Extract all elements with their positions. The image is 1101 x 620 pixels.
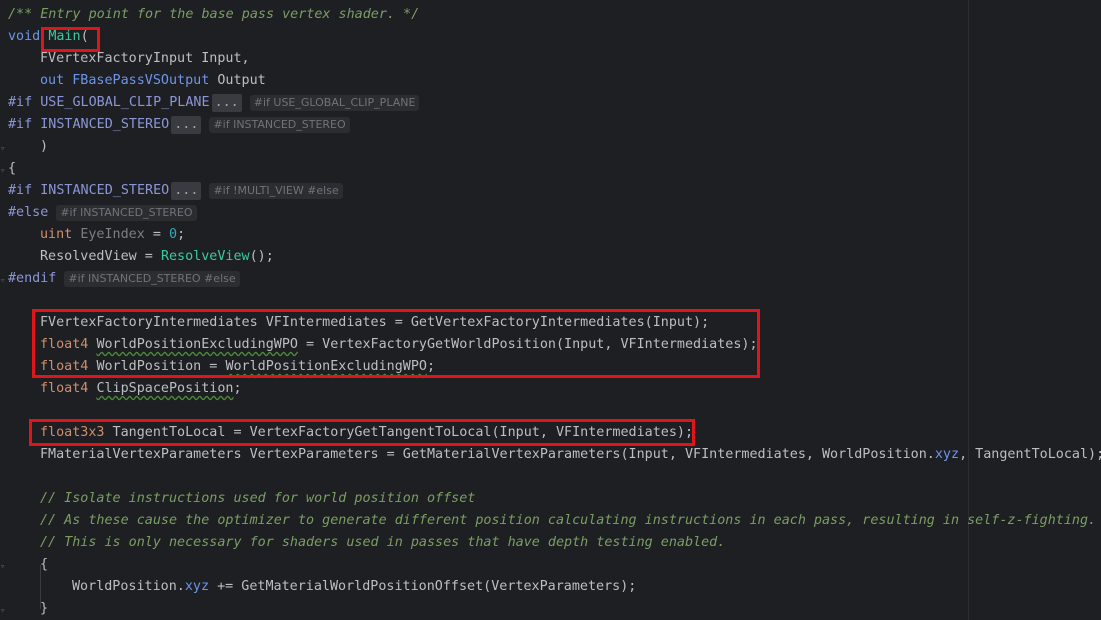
statement: WorldPosition. [72, 579, 185, 594]
editor-gutter [0, 0, 8, 620]
preprocessor-symbol: INSTANCED_STEREO [40, 117, 170, 132]
line-comment: // Isolate instructions used for world p… [40, 491, 476, 506]
code-line: { [8, 158, 1101, 180]
code-line: #else #if INSTANCED_STEREO [8, 202, 1101, 224]
preprocessor-directive: #else [8, 205, 49, 220]
function-name: ResolveView [160, 249, 250, 264]
variable-name: ClipSpacePosition [96, 381, 234, 396]
fold-marker-icon[interactable]: ▿ [0, 277, 7, 286]
code-line: } [8, 598, 1101, 620]
code-line: void Main( [8, 26, 1101, 48]
code-line: // This is only necessary for shaders us… [8, 532, 1101, 554]
number-literal: 0 [169, 227, 178, 242]
code-line: { [8, 554, 1101, 576]
folded-region[interactable]: ... [171, 116, 202, 134]
preprocessor-directive: #if [8, 183, 33, 198]
preprocessor-directive: #endif [8, 271, 57, 286]
punctuation: ; [233, 381, 242, 396]
inlay-hint: #if INSTANCED_STEREO [56, 205, 197, 221]
line-comment: // As these cause the optimizer to gener… [40, 513, 1097, 528]
code-line: FMaterialVertexParameters VertexParamete… [8, 444, 1101, 466]
preprocessor-directive: #if [8, 117, 33, 132]
parameter: FVertexFactoryInput Input, [40, 51, 250, 66]
preprocessor-directive: #if [8, 95, 33, 110]
swizzle: xyz [184, 579, 210, 594]
statement: FMaterialVertexParameters VertexParamete… [40, 447, 935, 462]
punctuation: } [40, 601, 49, 616]
preprocessor-symbol: INSTANCED_STEREO [40, 183, 170, 198]
punctuation: { [40, 557, 49, 572]
keyword: float4 [40, 381, 89, 396]
preprocessor-symbol: USE_GLOBAL_CLIP_PLANE [40, 95, 210, 110]
punctuation: ) [40, 139, 49, 154]
fold-marker-icon[interactable]: ▿ [0, 167, 7, 176]
code-line: // As these cause the optimizer to gener… [8, 510, 1101, 532]
highlight-box-main [41, 27, 100, 52]
code-line: out FBasePassVSOutput Output [8, 70, 1101, 92]
fold-marker-icon[interactable]: ▿ [0, 563, 7, 572]
swizzle: xyz [934, 447, 960, 462]
statement: ResolvedView = [40, 249, 161, 264]
punctuation: ; [177, 227, 186, 242]
code-line: float4 ClipSpacePosition; [8, 378, 1101, 400]
code-line: ) [8, 136, 1101, 158]
punctuation: { [8, 161, 17, 176]
inlay-hint: #if INSTANCED_STEREO [209, 117, 350, 133]
code-line: #if INSTANCED_STEREO... #if INSTANCED_STE… [8, 114, 1101, 136]
inlay-hint: #if USE_GLOBAL_CLIP_PLANE [249, 95, 420, 111]
code-line: uint EyeIndex = 0; [8, 224, 1101, 246]
highlight-box-world-position [32, 309, 760, 378]
doc-comment: /** Entry point for the base pass vertex… [8, 7, 420, 22]
inlay-hint: #if !MULTI_VIEW #else [209, 183, 343, 199]
operator: = [144, 227, 169, 242]
code-line: #if USE_GLOBAL_CLIP_PLANE... #if USE_GLOB… [8, 92, 1101, 114]
folded-region[interactable]: ... [211, 94, 242, 112]
keyword: out [40, 73, 65, 88]
statement: , TangentToLocal); [959, 447, 1101, 462]
code-line: /** Entry point for the base pass vertex… [8, 4, 1101, 26]
code-line: WorldPosition.xyz += GetMaterialWorldPos… [8, 576, 1101, 598]
code-line: #if INSTANCED_STEREO... #if !MULTI_VIEW #… [8, 180, 1101, 202]
type-name: FBasePassVSOutput [72, 73, 210, 88]
parameter: Output [209, 73, 266, 88]
inlay-hint: #if INSTANCED_STEREO #else [64, 271, 240, 287]
folded-region[interactable]: ... [171, 182, 202, 200]
unused-variable: EyeIndex [80, 227, 145, 242]
line-comment: // This is only necessary for shaders us… [40, 535, 726, 550]
fold-marker-icon[interactable]: ▿ [0, 607, 7, 616]
code-line: ResolvedView = ResolveView(); [8, 246, 1101, 268]
code-line: #endif #if INSTANCED_STEREO #else [8, 268, 1101, 290]
punctuation: (); [249, 249, 274, 264]
highlight-box-tangent [29, 419, 695, 446]
keyword: void [8, 29, 41, 44]
statement: += GetMaterialWorldPositionOffset(Vertex… [209, 579, 637, 594]
keyword: uint [40, 227, 73, 242]
code-line: FVertexFactoryInput Input, [8, 48, 1101, 70]
code-line: // Isolate instructions used for world p… [8, 488, 1101, 510]
fold-marker-icon[interactable]: ▿ [0, 145, 7, 154]
